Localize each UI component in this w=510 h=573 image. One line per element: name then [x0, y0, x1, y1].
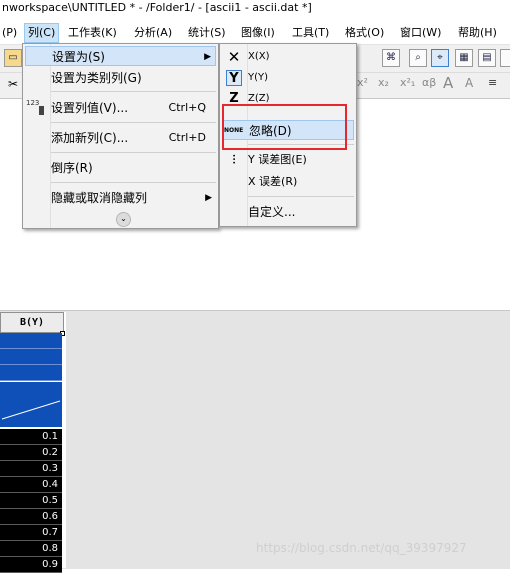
table-cell[interactable]: 0.8 — [0, 541, 62, 557]
table-cell[interactable]: 0.2 — [0, 445, 62, 461]
menu-item-label: 设置为(S) — [52, 50, 105, 64]
menu-item-set-column-values[interactable]: 123 设置列值(V)... Ctrl+Q — [25, 98, 216, 118]
window-title: nworkspace\UNTITLED * - /Folder1/ - [asc… — [0, 0, 510, 18]
sparkline-cell[interactable] — [0, 382, 62, 427]
menu-item-y-error[interactable]: ⫶ Y 误差图(E) — [222, 150, 354, 170]
table-cell[interactable]: 0.9 — [0, 557, 62, 573]
font-smaller-button[interactable]: A — [465, 76, 473, 90]
menu-item-label: 自定义... — [248, 205, 296, 219]
meta-row[interactable] — [0, 349, 62, 365]
meta-row[interactable] — [0, 365, 62, 381]
menu-help[interactable]: 帮助(H) — [458, 24, 497, 42]
menu-item-custom[interactable]: 自定义... — [222, 202, 354, 222]
sub-super-button[interactable]: x²₁ — [400, 76, 415, 89]
menu-item-label: 添加新列(C)... — [51, 131, 129, 145]
more-icon[interactable] — [500, 49, 510, 67]
menu-worksheet[interactable]: 工作表(K) — [68, 24, 117, 42]
greek-button[interactable]: αβ — [422, 76, 436, 89]
align-icon[interactable]: ≡ — [488, 76, 497, 89]
tree-icon[interactable]: ⌘ — [382, 49, 400, 67]
menu-separator — [248, 196, 354, 197]
menu-item-shortcut: Ctrl+D — [168, 131, 206, 144]
zoom-in-icon[interactable]: ⌕ — [409, 49, 427, 67]
table-cell[interactable]: 0.5 — [0, 493, 62, 509]
menu-item-label: 隐藏或取消隐藏列 — [51, 191, 148, 205]
menu-separator — [51, 182, 216, 183]
menu-item-set-as-category[interactable]: 设置为类别列(G) — [25, 68, 216, 88]
superscript-button[interactable]: x² — [357, 76, 368, 89]
table-cell[interactable]: 0.7 — [0, 525, 62, 541]
menu-partial[interactable]: (P) — [2, 24, 17, 42]
menu-item-add-new-column[interactable]: 添加新列(C)... Ctrl+D — [25, 128, 216, 148]
watermark: https://blog.csdn.net/qq_39397927 — [256, 541, 467, 555]
menu-item-reverse[interactable]: 倒序(R) — [25, 158, 216, 178]
table-icon[interactable]: ▦ — [455, 49, 473, 67]
menu-item-set-as[interactable]: 设置为(S) ▶ — [25, 46, 216, 66]
menu-bar: (P) 列(C) 工作表(K) 分析(A) 统计(S) 图像(I) 工具(T) … — [0, 22, 510, 45]
open-folder-icon[interactable]: ▭ — [4, 49, 22, 67]
y-axis-icon: Y — [226, 70, 242, 86]
menu-image[interactable]: 图像(I) — [241, 24, 275, 42]
table-cell[interactable]: 0.4 — [0, 477, 62, 493]
submenu-arrow-icon: ▶ — [205, 193, 212, 203]
workspace-background — [0, 310, 510, 569]
menu-item-label: Y 误差图(E) — [248, 153, 307, 166]
menu-item-label: X 误差(R) — [248, 175, 298, 188]
menu-item-hide-unhide[interactable]: 隐藏或取消隐藏列 ▶ — [25, 188, 216, 208]
menu-tools[interactable]: 工具(T) — [292, 24, 329, 42]
menu-statistics[interactable]: 统计(S) — [188, 24, 226, 42]
scissors-icon[interactable]: ✂ — [8, 77, 18, 91]
data-reader-icon[interactable]: ⌖ — [431, 49, 449, 67]
menu-separator — [51, 122, 216, 123]
menu-column[interactable]: 列(C) — [24, 23, 60, 43]
table-cell[interactable]: 0.3 — [0, 461, 62, 477]
menu-item-label: 倒序(R) — [51, 161, 93, 175]
menu-item-label: 设置为类别列(G) — [51, 71, 142, 85]
x-axis-icon: ✕ — [227, 48, 241, 66]
menu-item-label: 设置列值(V)... — [51, 101, 129, 115]
subscript-button[interactable]: x₂ — [378, 76, 389, 89]
menu-format[interactable]: 格式(O) — [345, 24, 384, 42]
column-header-b[interactable]: B(Y) — [0, 312, 64, 333]
form-icon[interactable]: ▤ — [478, 49, 496, 67]
font-bigger-button[interactable]: A — [443, 74, 453, 92]
menu-item-x[interactable]: ✕ X(X) — [222, 47, 354, 67]
menu-item-shortcut: Ctrl+Q — [168, 101, 206, 114]
table-cell[interactable]: 0.1 — [0, 429, 62, 445]
calculator-icon — [39, 106, 44, 115]
menu-analysis[interactable]: 分析(A) — [134, 24, 172, 42]
menu-item-y[interactable]: Y Y(Y) — [222, 68, 354, 88]
set-values-icon: 123 — [26, 99, 40, 107]
submenu-arrow-icon: ▶ — [204, 52, 211, 62]
menu-separator — [51, 91, 216, 92]
expand-chevron-icon[interactable]: ⌄ — [116, 212, 131, 227]
meta-row[interactable] — [0, 333, 62, 349]
table-cell[interactable]: 0.6 — [0, 509, 62, 525]
worksheet: B(Y) 0.1 0.2 0.3 0.4 0.5 0.6 0.7 0.8 0.9 — [0, 312, 66, 573]
menu-window[interactable]: 窗口(W) — [400, 24, 441, 42]
menu-item-label: X(X) — [248, 51, 270, 62]
sparkline-chart — [1, 400, 61, 420]
menu-item-label: Y(Y) — [248, 72, 269, 83]
menu-separator — [51, 152, 216, 153]
column-menu: 设置为(S) ▶ 设置为类别列(G) 123 设置列值(V)... Ctrl+Q… — [22, 43, 219, 229]
error-bar-icon: ⫶ — [232, 153, 236, 167]
menu-item-x-error[interactable]: X 误差(R) — [222, 172, 354, 192]
annotation-highlight-box — [222, 104, 347, 150]
